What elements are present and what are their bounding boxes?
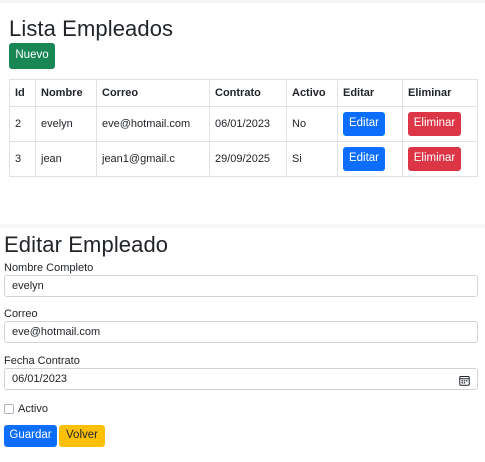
delete-button[interactable]: Eliminar	[408, 147, 461, 171]
new-employee-button[interactable]: Nuevo	[9, 43, 55, 69]
cell-contrato: 29/09/2025	[209, 141, 287, 177]
list-title: Lista Empleados	[9, 16, 174, 41]
cell-contrato: 06/01/2023	[209, 106, 287, 142]
cell-nombre: evelyn	[35, 106, 97, 142]
back-button[interactable]: Volver	[59, 425, 105, 447]
column-header-eliminar: Eliminar	[402, 79, 478, 107]
active-checkbox-row: Activo	[4, 402, 48, 416]
column-header-id: Id	[9, 79, 36, 107]
date-field	[4, 368, 478, 390]
table-row: 3 jean jean1@gmail.c 29/09/2025 Si Edita…	[9, 141, 478, 177]
cell-eliminar: Eliminar	[402, 141, 478, 177]
cell-id: 2	[9, 106, 36, 142]
calendar-icon[interactable]	[459, 373, 470, 386]
employee-table: Id Nombre Correo Contrato Activo Editar …	[9, 79, 478, 177]
employee-list-section: Lista Empleados Nuevo Id Nombre Correo C…	[0, 3, 485, 183]
cell-correo: eve@hotmail.com	[96, 106, 210, 142]
table-row: 2 evelyn eve@hotmail.com 06/01/2023 No E…	[9, 106, 478, 142]
date-label: Fecha Contrato	[4, 355, 80, 367]
name-label: Nombre Completo	[4, 262, 94, 274]
cell-editar: Editar	[337, 141, 403, 177]
delete-button[interactable]: Eliminar	[408, 112, 461, 136]
cell-eliminar: Eliminar	[402, 106, 478, 142]
column-header-editar: Editar	[337, 79, 403, 107]
cell-correo: jean1@gmail.c	[96, 141, 210, 177]
save-button[interactable]: Guardar	[4, 425, 57, 447]
column-header-nombre: Nombre	[35, 79, 97, 107]
column-header-activo: Activo	[286, 79, 338, 107]
cell-editar: Editar	[337, 106, 403, 142]
cell-id: 3	[9, 141, 36, 177]
edit-title: Editar Empleado	[4, 232, 169, 257]
active-checkbox[interactable]	[4, 404, 14, 414]
email-label: Correo	[4, 308, 38, 320]
edit-button[interactable]: Editar	[343, 147, 385, 171]
edit-button[interactable]: Editar	[343, 112, 385, 136]
name-input[interactable]	[4, 275, 478, 297]
date-input[interactable]	[4, 368, 478, 390]
active-label: Activo	[18, 403, 48, 415]
cell-nombre: jean	[35, 141, 97, 177]
column-header-correo: Correo	[96, 79, 210, 107]
cell-activo: No	[286, 106, 338, 142]
email-input[interactable]	[4, 321, 478, 343]
cell-activo: Si	[286, 141, 338, 177]
table-header-row: Id Nombre Correo Contrato Activo Editar …	[9, 79, 478, 107]
column-header-contrato: Contrato	[209, 79, 287, 107]
